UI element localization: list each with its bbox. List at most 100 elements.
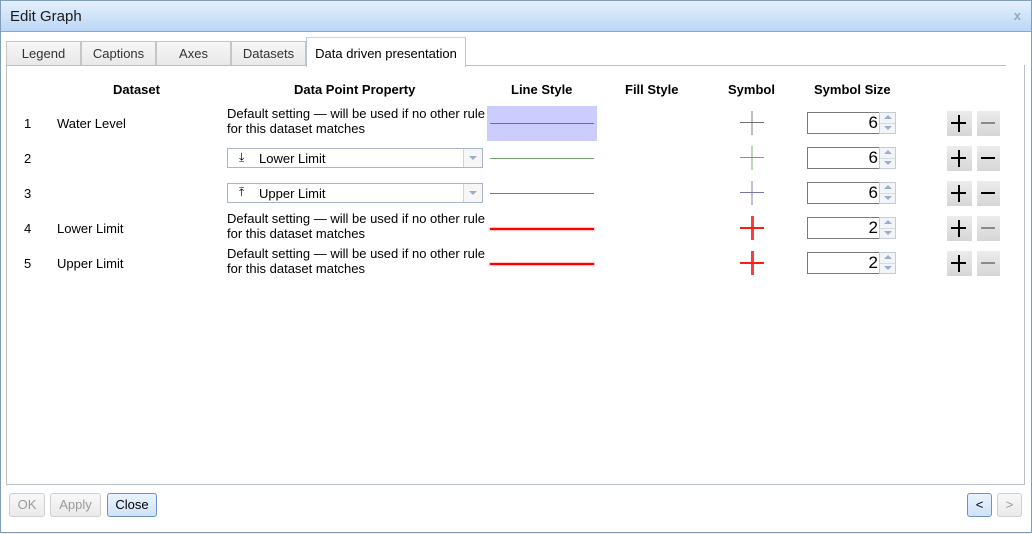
line-style-preview bbox=[490, 123, 594, 124]
dataset-name: Water Level bbox=[57, 116, 126, 131]
plus-symbol-icon[interactable] bbox=[740, 146, 764, 170]
line-style-preview bbox=[490, 263, 594, 265]
header-dataset: Dataset bbox=[113, 82, 160, 97]
add-rule-button[interactable] bbox=[947, 111, 972, 136]
header-symbol-size: Symbol Size bbox=[814, 82, 891, 97]
symbol-size-spinner[interactable]: 2 bbox=[807, 217, 897, 239]
minus-icon bbox=[981, 122, 995, 124]
ok-button[interactable]: OK bbox=[9, 493, 45, 517]
plus-symbol-icon[interactable] bbox=[740, 181, 764, 205]
plus-symbol-icon[interactable] bbox=[740, 111, 764, 135]
line-style-swatch[interactable] bbox=[487, 106, 597, 141]
default-rule-text: Default setting — will be used if no oth… bbox=[227, 211, 485, 241]
minus-icon bbox=[981, 227, 995, 229]
spinner-down-icon[interactable] bbox=[880, 193, 895, 203]
spinner-buttons bbox=[879, 182, 896, 204]
default-rule-text: Default setting — will be used if no oth… bbox=[227, 106, 485, 136]
line-style-preview bbox=[490, 193, 594, 194]
plus-icon-vertical bbox=[958, 150, 960, 167]
row-index: 3 bbox=[24, 186, 32, 201]
symbol-v bbox=[751, 216, 754, 240]
add-rule-button[interactable] bbox=[947, 146, 972, 171]
next-button[interactable]: > bbox=[997, 493, 1022, 517]
minus-icon bbox=[981, 157, 995, 159]
header-line-style: Line Style bbox=[511, 82, 573, 97]
property-select[interactable]: ⤒ Upper Limit bbox=[227, 183, 483, 203]
table-row: 3 ⤒ Upper Limit 6 bbox=[0, 176, 1030, 211]
line-style-swatch[interactable] bbox=[487, 246, 597, 281]
minus-icon bbox=[981, 192, 995, 194]
line-style-swatch[interactable] bbox=[487, 141, 597, 176]
add-rule-button[interactable] bbox=[947, 251, 972, 276]
minus-icon bbox=[981, 262, 995, 264]
chevron-down-icon[interactable] bbox=[463, 149, 482, 167]
spinner-buttons bbox=[879, 217, 896, 239]
symbol-size-spinner[interactable]: 6 bbox=[807, 112, 897, 134]
title-bar[interactable]: Edit Graph x bbox=[1, 1, 1031, 32]
spinner-buttons bbox=[879, 252, 896, 274]
header-data-point-property: Data Point Property bbox=[294, 82, 416, 97]
symbol-size-spinner[interactable]: 6 bbox=[807, 147, 897, 169]
plus-icon-vertical bbox=[958, 185, 960, 202]
property-select-value: Lower Limit bbox=[259, 151, 326, 166]
plus-symbol-icon[interactable] bbox=[740, 216, 764, 240]
symbol-v bbox=[751, 181, 753, 205]
symbol-size-input[interactable]: 6 bbox=[807, 147, 879, 169]
add-rule-button[interactable] bbox=[947, 216, 972, 241]
table-row: 4 Lower Limit Default setting — will be us… bbox=[0, 211, 1030, 246]
spinner-buttons bbox=[879, 112, 896, 134]
remove-rule-button[interactable] bbox=[977, 251, 1000, 276]
dataset-name: Lower Limit bbox=[57, 221, 124, 236]
plus-icon-vertical bbox=[958, 255, 960, 272]
add-rule-button[interactable] bbox=[947, 181, 972, 206]
symbol-size-spinner[interactable]: 6 bbox=[807, 182, 897, 204]
header-fill-style: Fill Style bbox=[625, 82, 679, 97]
tab-data-driven-presentation[interactable]: Data driven presentation bbox=[306, 37, 466, 67]
remove-rule-button[interactable] bbox=[977, 111, 1000, 136]
spinner-down-icon[interactable] bbox=[880, 228, 895, 238]
previous-button[interactable]: < bbox=[967, 493, 992, 517]
row-index: 5 bbox=[24, 256, 32, 271]
table-row: 5 Upper Limit Default setting — will be us… bbox=[0, 246, 1030, 281]
chevron-down-icon[interactable] bbox=[463, 184, 482, 202]
tab-captions[interactable]: Captions bbox=[81, 41, 156, 65]
plus-symbol-icon[interactable] bbox=[740, 251, 764, 275]
row-index: 2 bbox=[24, 151, 32, 166]
symbol-size-input[interactable]: 2 bbox=[807, 217, 879, 239]
plus-icon-vertical bbox=[958, 115, 960, 132]
symbol-size-input[interactable]: 6 bbox=[807, 182, 879, 204]
symbol-size-input[interactable]: 6 bbox=[807, 112, 879, 134]
row-index: 1 bbox=[24, 116, 32, 131]
remove-rule-button[interactable] bbox=[977, 146, 1000, 171]
row-index: 4 bbox=[24, 221, 32, 236]
spinner-down-icon[interactable] bbox=[880, 158, 895, 168]
close-button[interactable]: Close bbox=[107, 493, 157, 517]
dialog-title: Edit Graph bbox=[10, 8, 82, 25]
symbol-v bbox=[751, 146, 753, 170]
symbol-size-input[interactable]: 2 bbox=[807, 252, 879, 274]
spinner-down-icon[interactable] bbox=[880, 263, 895, 273]
line-style-swatch[interactable] bbox=[487, 211, 597, 246]
line-style-swatch[interactable] bbox=[487, 176, 597, 211]
symbol-size-spinner[interactable]: 2 bbox=[807, 252, 897, 274]
property-select-value: Upper Limit bbox=[259, 186, 326, 201]
tab-axes[interactable]: Axes bbox=[156, 41, 231, 65]
symbol-v bbox=[751, 251, 754, 275]
lower-limit-icon: ⤓ bbox=[239, 150, 245, 164]
remove-rule-button[interactable] bbox=[977, 181, 1000, 206]
tab-legend[interactable]: Legend bbox=[6, 41, 81, 65]
default-rule-text: Default setting — will be used if no oth… bbox=[227, 246, 485, 276]
upper-limit-icon: ⤒ bbox=[239, 185, 245, 199]
property-select[interactable]: ⤓ Lower Limit bbox=[227, 148, 483, 168]
symbol-v bbox=[751, 111, 753, 135]
table-row: 1 Water Level Default setting — will be us… bbox=[0, 106, 1030, 141]
close-icon[interactable]: x bbox=[1014, 8, 1021, 23]
spinner-down-icon[interactable] bbox=[880, 123, 895, 133]
plus-icon-vertical bbox=[958, 220, 960, 237]
tab-datasets[interactable]: Datasets bbox=[231, 41, 306, 65]
tab-bar: Legend Captions Axes Datasets Data drive… bbox=[6, 37, 1008, 67]
remove-rule-button[interactable] bbox=[977, 216, 1000, 241]
spinner-buttons bbox=[879, 147, 896, 169]
apply-button[interactable]: Apply bbox=[50, 493, 101, 517]
table-row: 2 ⤓ Lower Limit 6 bbox=[0, 141, 1030, 176]
